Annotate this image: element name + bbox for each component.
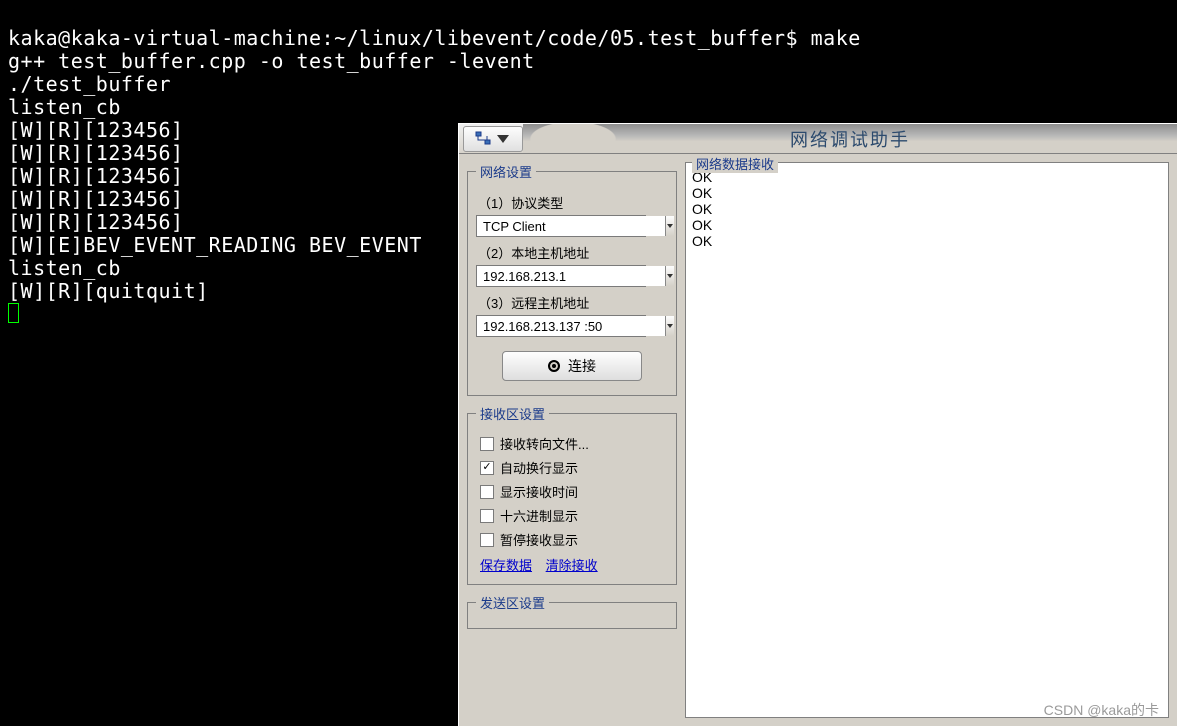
recv-line: OK [692,201,712,217]
recv-settings-legend: 接收区设置 [476,404,549,423]
terminal-line: [W][R][123456] [8,118,184,142]
opt-label: 显示接收时间 [500,482,578,501]
record-icon [548,360,560,372]
connect-button[interactable]: 连接 [502,351,642,381]
network-settings-legend: 网络设置 [476,162,536,181]
checkbox[interactable] [480,509,494,523]
checkbox[interactable] [480,485,494,499]
toolbar: 网络调试助手 [459,124,1177,154]
connect-button-label: 连接 [568,356,596,376]
protocol-label: （1）协议类型 [478,193,668,212]
recv-line: OK [692,233,712,249]
remote-host-select[interactable] [476,315,646,337]
recv-data-content[interactable]: OK OK OK OK OK [686,163,1168,255]
opt-label: 自动换行显示 [500,458,578,477]
net-assist-window: 网络调试助手 网络设置 （1）协议类型 （2）本地主机地址 （3）远程主机地址 [458,123,1177,726]
terminal-line: [W][R][123456] [8,187,184,211]
local-host-label: （2）本地主机地址 [478,243,668,262]
chevron-down-icon[interactable] [665,266,674,286]
local-host-select[interactable] [476,265,646,287]
opt-label: 暂停接收显示 [500,530,578,549]
chevron-down-icon[interactable] [665,316,674,336]
remote-host-label: （3）远程主机地址 [478,293,668,312]
terminal-line: [W][R][123456] [8,210,184,234]
recv-data-panel: 网络数据接收 OK OK OK OK OK [685,162,1169,718]
send-settings-group: 发送区设置 [467,593,677,629]
terminal-cursor [8,303,19,323]
opt-auto-wrap[interactable]: 自动换行显示 [480,458,668,477]
chevron-down-icon [495,131,511,147]
opt-label: 接收转向文件... [500,434,589,453]
recv-line: OK [692,217,712,233]
terminal-line: ./test_buffer [8,72,171,96]
terminal-line: g++ test_buffer.cpp -o test_buffer -leve… [8,49,535,73]
terminal-line: [W][R][123456] [8,164,184,188]
terminal-line: [W][E]BEV_EVENT_READING BEV_EVENT [8,233,422,257]
terminal-line: [W][R][123456] [8,141,184,165]
recv-line: OK [692,185,712,201]
send-settings-legend: 发送区设置 [476,593,549,612]
checkbox[interactable] [480,437,494,451]
opt-show-time[interactable]: 显示接收时间 [480,482,668,501]
clear-recv-link[interactable]: 清除接收 [546,558,598,573]
local-host-value[interactable] [477,266,665,286]
app-title: 网络调试助手 [790,126,910,152]
protocol-select[interactable] [476,215,646,237]
checkbox[interactable] [480,461,494,475]
recv-data-legend: 网络数据接收 [692,154,778,173]
watermark: CSDN @kaka的卡 [1044,700,1159,720]
opt-pause[interactable]: 暂停接收显示 [480,530,668,549]
network-settings-group: 网络设置 （1）协议类型 （2）本地主机地址 （3）远程主机地址 [467,162,677,396]
protocol-value[interactable] [477,216,665,236]
opt-label: 十六进制显示 [500,506,578,525]
chevron-down-icon[interactable] [665,216,674,236]
remote-host-value[interactable] [477,316,665,336]
shell-command: make [811,26,861,50]
terminal-line: [W][R][quitquit] [8,279,209,303]
terminal-line: listen_cb [8,256,121,280]
terminal-line: listen_cb [8,95,121,119]
save-data-link[interactable]: 保存数据 [480,558,532,573]
toolbar-menu-button[interactable] [463,126,523,152]
shell-prompt: kaka@kaka-virtual-machine:~/linux/libeve… [8,26,811,50]
opt-hex[interactable]: 十六进制显示 [480,506,668,525]
checkbox[interactable] [480,533,494,547]
recv-settings-group: 接收区设置 接收转向文件... 自动换行显示 显示接收时间 十六进制显示 [467,404,677,585]
network-icon [475,131,491,147]
opt-recv-to-file[interactable]: 接收转向文件... [480,434,668,453]
